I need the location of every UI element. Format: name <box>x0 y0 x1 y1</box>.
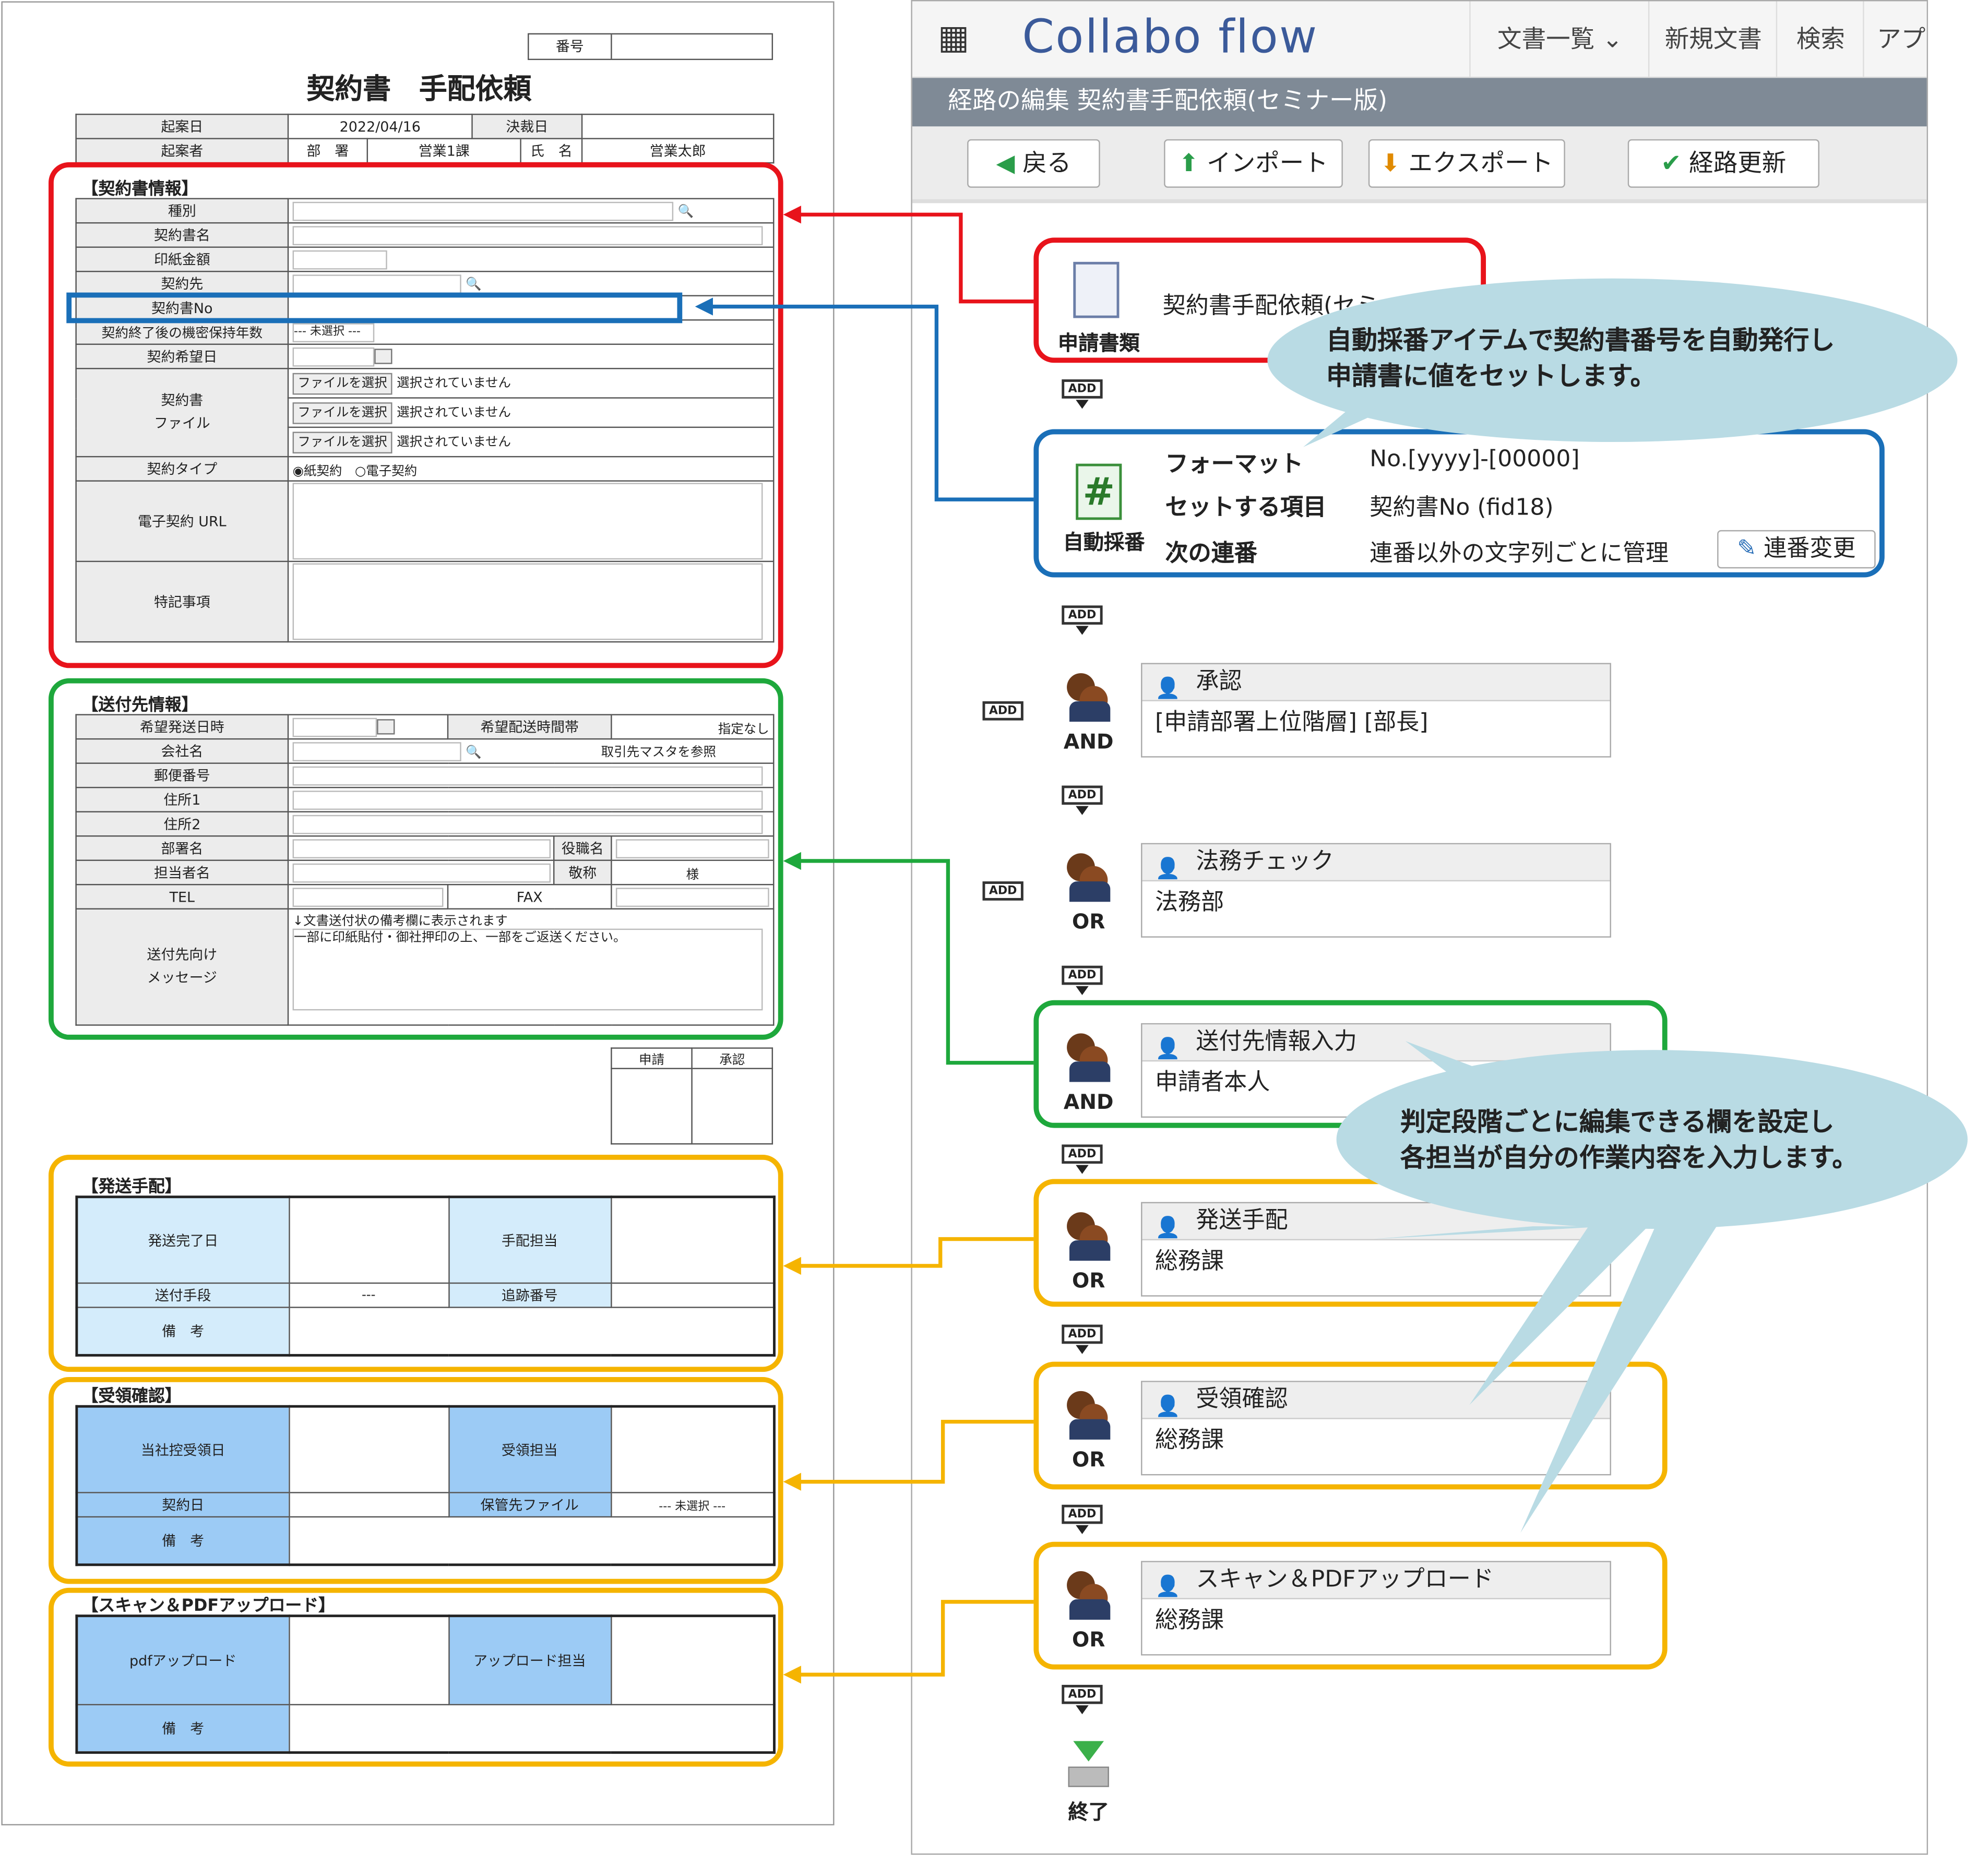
callout-auto-number: 自動採番アイテムで契約書番号を自動発行し 申請書に値をセットします。 <box>1267 278 1958 442</box>
callout-tails <box>1303 383 1725 1533</box>
callout-step-fields: 判定段階ごとに編集できる欄を設定し 各担当が自分の作業内容を入力します。 <box>1336 1050 1968 1229</box>
callout-auto-number-text: 自動採番アイテムで契約書番号を自動発行し 申請書に値をセットします。 <box>1326 324 1835 391</box>
callout-step-fields-text: 判定段階ごとに編集できる欄を設定し 各担当が自分の作業内容を入力します。 <box>1400 1106 1858 1173</box>
